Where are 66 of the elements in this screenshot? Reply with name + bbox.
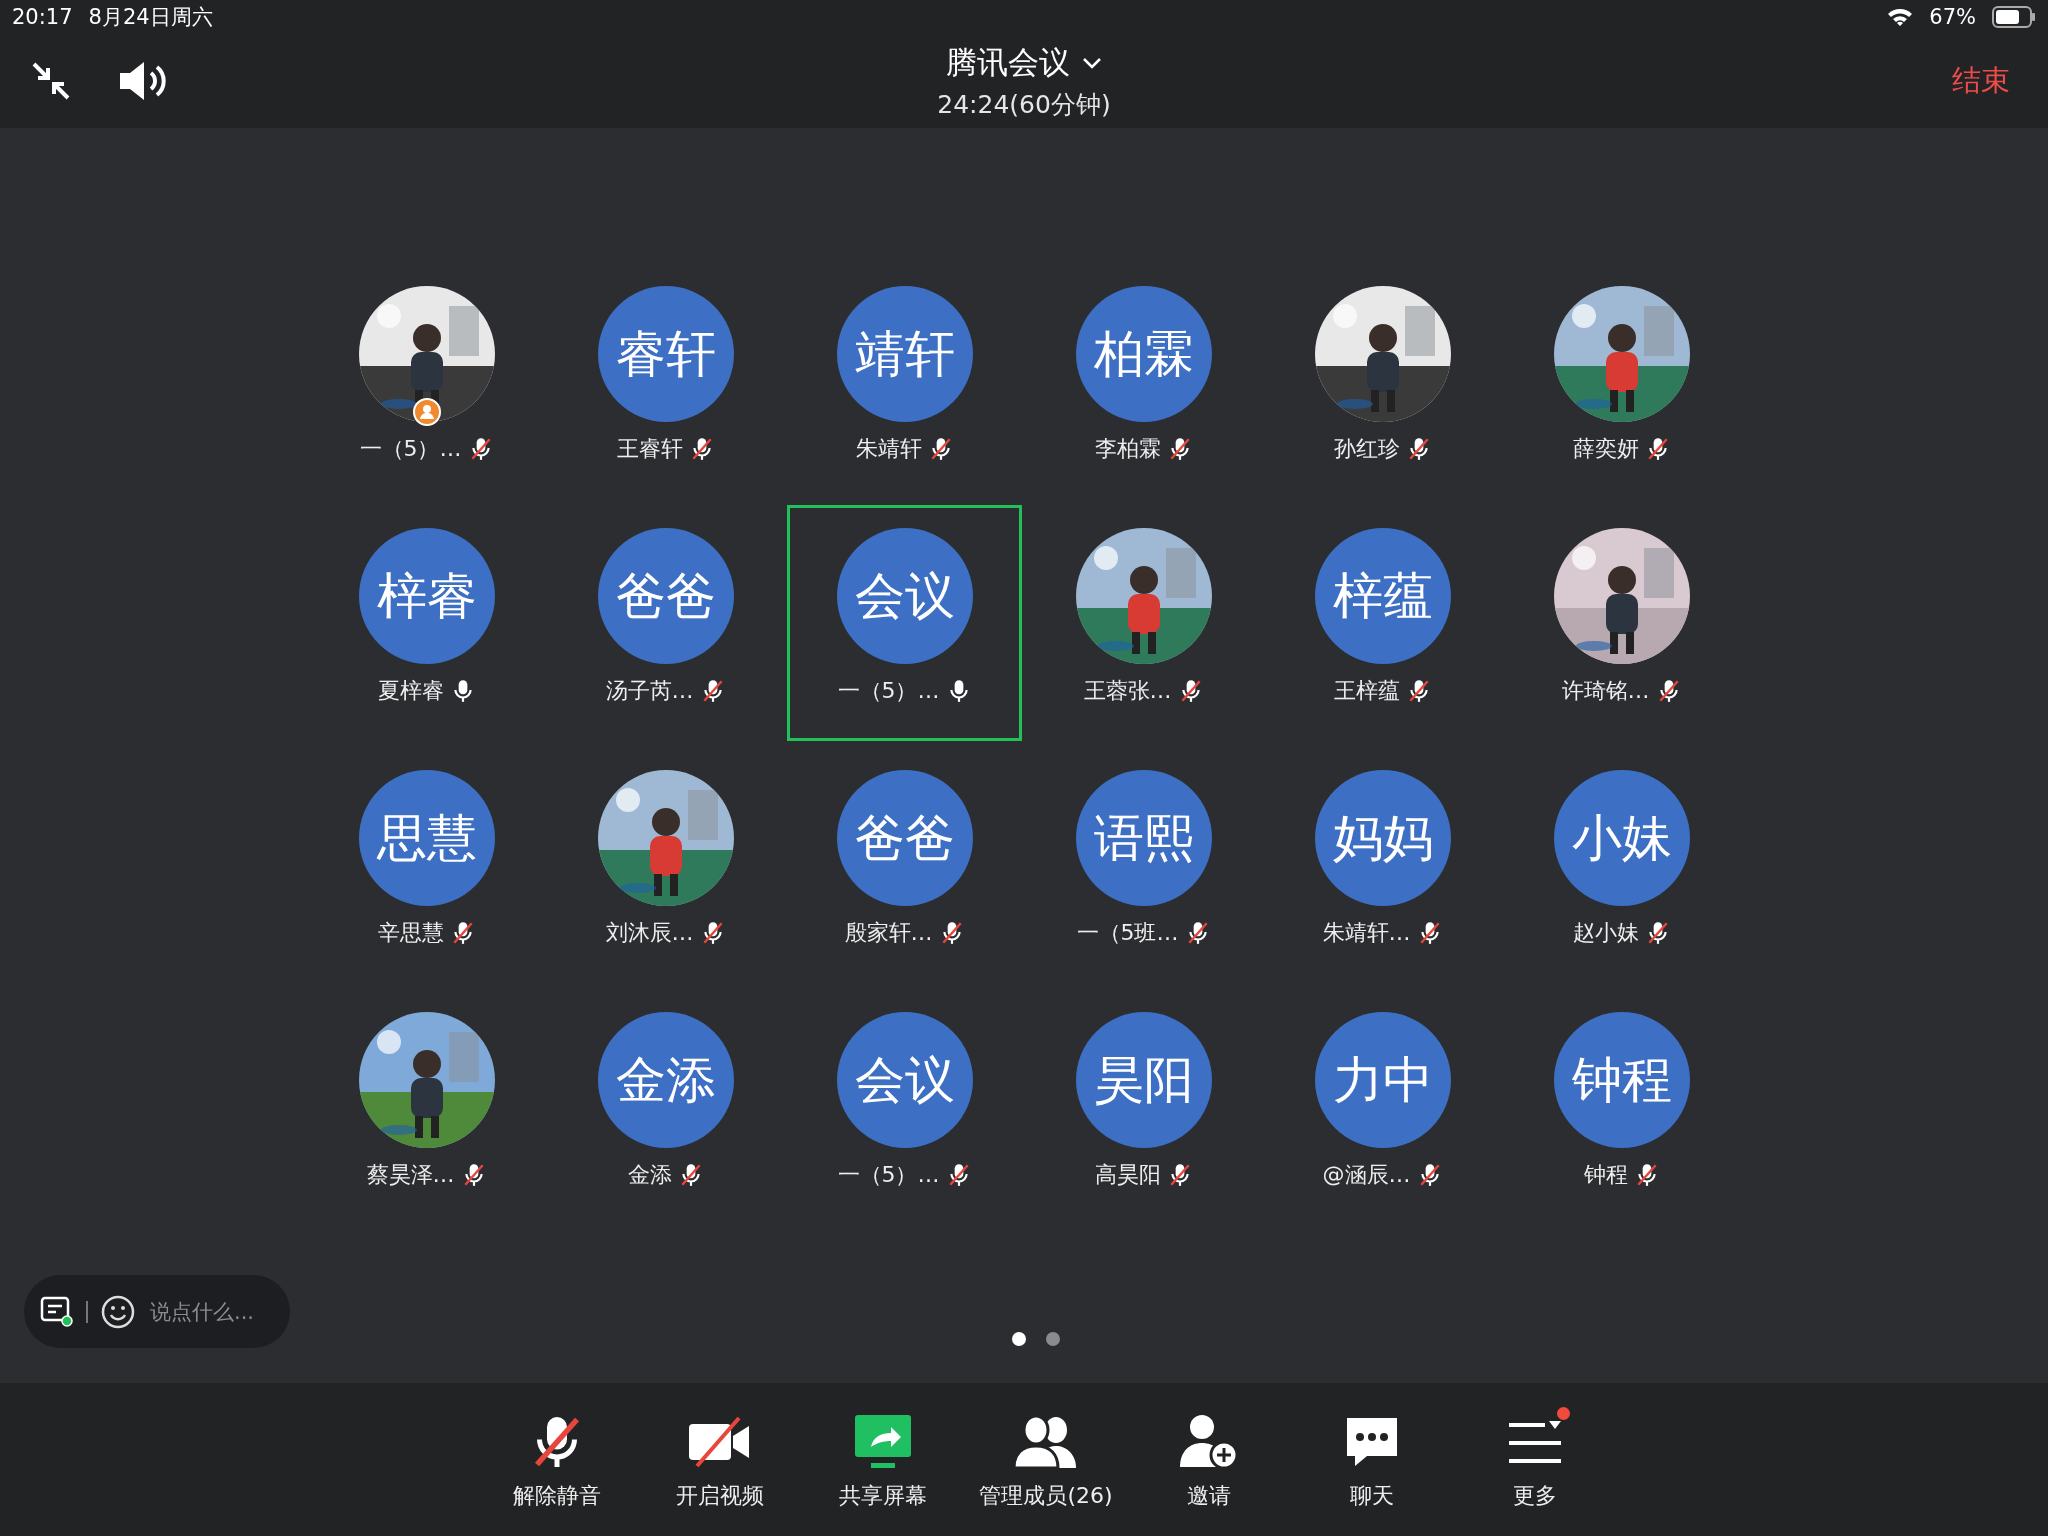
avatar[interactable]: 小妹 <box>1553 770 1690 906</box>
participant-name: 赵小妹 <box>1572 919 1639 947</box>
participant-name: 李柏霖 <box>1094 435 1161 463</box>
toolbar-button[interactable]: 管理成员(26) <box>964 1383 1128 1536</box>
avatar[interactable]: 会议 <box>836 528 973 664</box>
avatar[interactable]: 梓蕴 <box>1314 528 1451 664</box>
avatar[interactable]: 爸爸 <box>836 770 973 906</box>
participant-name: 许琦铭… <box>1561 677 1650 705</box>
participant-name: 孙红珍 <box>1333 435 1400 463</box>
toolbar-button[interactable]: 共享屏幕 <box>801 1383 965 1536</box>
participant-name: @涵辰… <box>1322 1161 1411 1189</box>
avatar[interactable]: 力中 <box>1314 1012 1451 1148</box>
battery-icon <box>1992 6 2036 28</box>
chat-bar[interactable]: 说点什么... <box>24 1275 290 1348</box>
toolbar-button[interactable]: 聊天 <box>1290 1383 1454 1536</box>
wifi-icon <box>1887 7 1914 27</box>
participant-name: 辛思慧 <box>377 919 444 947</box>
status-date: 8月24日周六 <box>88 4 213 31</box>
emoji-icon[interactable] <box>100 1293 136 1330</box>
avatar[interactable]: 柏霖 <box>1075 286 1212 422</box>
avatar[interactable]: 梓睿 <box>358 528 495 664</box>
participant-name: 王睿轩 <box>616 435 683 463</box>
participant-name: 薛奕妍 <box>1572 435 1639 463</box>
participant-name: 朱靖轩… <box>1322 919 1411 947</box>
avatar[interactable]: 会议 <box>836 1012 973 1148</box>
page-dot[interactable] <box>1012 1332 1026 1346</box>
avatar[interactable]: 钟程 <box>1553 1012 1690 1148</box>
participant-name: 高昊阳 <box>1094 1161 1161 1189</box>
active-speaker-frame[interactable]: 会议 一（5）… <box>787 505 1022 741</box>
avatar[interactable]: 靖轩 <box>836 286 973 422</box>
meeting-title[interactable]: 腾讯会议 <box>946 41 1070 84</box>
avatar[interactable]: 语熙 <box>1075 770 1212 906</box>
avatar[interactable]: 妈妈 <box>1314 770 1451 906</box>
participant-name: 一（5）… <box>837 1161 940 1189</box>
participant-name: 刘沐辰… <box>605 919 694 947</box>
toolbar-button[interactable]: 开启视频 <box>638 1383 802 1536</box>
toolbar-button[interactable]: 邀请 <box>1127 1383 1291 1536</box>
status-time: 20:17 <box>12 5 73 29</box>
participant-name: 王梓蕴 <box>1333 677 1400 705</box>
participant-name: 钟程 <box>1583 1161 1628 1189</box>
participant-name: 朱靖轩 <box>855 435 922 463</box>
avatar[interactable]: 昊阳 <box>1075 1012 1212 1148</box>
toolbar-button[interactable]: 更多 <box>1453 1383 1617 1536</box>
toolbar-button[interactable]: 解除静音 <box>475 1383 639 1536</box>
avatar[interactable]: 金添 <box>597 1012 734 1148</box>
participant-name: 金添 <box>627 1161 672 1189</box>
battery-percent: 67% <box>1929 5 1976 29</box>
chevron-down-icon[interactable] <box>1082 56 1102 69</box>
avatar[interactable]: 爸爸 <box>597 528 734 664</box>
avatar[interactable]: 思慧 <box>358 770 495 906</box>
chat-input-field[interactable]: 说点什么... <box>148 1298 272 1325</box>
share-screen-icon <box>853 1413 913 1471</box>
meeting-duration: 24:24(60分钟) <box>937 88 1111 121</box>
page-dot[interactable] <box>1046 1332 1060 1346</box>
participant-name: 汤子芮… <box>605 677 694 705</box>
minimize-icon[interactable] <box>30 60 72 102</box>
participant-name: 王蓉张… <box>1083 677 1172 705</box>
participant-name: 一（5）… <box>359 435 462 463</box>
avatar[interactable]: 睿轩 <box>597 286 734 422</box>
participant-name: 一（5）… <box>837 677 940 705</box>
participant-name: 蔡昊泽… <box>366 1161 455 1189</box>
subtitle-icon[interactable] <box>40 1295 74 1328</box>
end-button[interactable]: 结束 <box>1944 57 2018 105</box>
participant-name: 一（5班… <box>1076 919 1179 947</box>
participant-name: 殷家轩… <box>844 919 933 947</box>
participant-name: 夏梓睿 <box>377 677 444 705</box>
